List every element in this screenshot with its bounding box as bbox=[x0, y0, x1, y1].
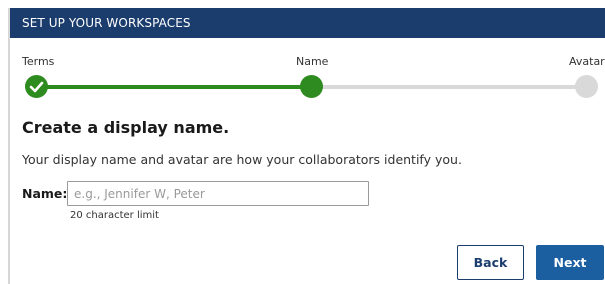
step-label-name: Name bbox=[296, 55, 329, 68]
progress-track-remaining bbox=[312, 85, 587, 89]
dialog-title: SET UP YOUR WORKSPACES bbox=[22, 16, 191, 30]
display-name-input[interactable] bbox=[67, 181, 369, 206]
step-label-terms: Terms bbox=[22, 55, 55, 68]
dialog-header: SET UP YOUR WORKSPACES bbox=[10, 8, 605, 38]
step-dot-name bbox=[300, 75, 323, 98]
page-title: Create a display name. bbox=[22, 118, 230, 137]
progress-track-complete bbox=[36, 85, 312, 89]
name-field-label: Name: bbox=[22, 186, 68, 201]
name-character-limit-hint: 20 character limit bbox=[70, 210, 159, 221]
dialog-border bbox=[8, 8, 10, 284]
next-button[interactable]: Next bbox=[536, 245, 604, 280]
back-button[interactable]: Back bbox=[457, 245, 524, 280]
checkmark-icon bbox=[29, 81, 44, 93]
page-description: Your display name and avatar are how you… bbox=[22, 152, 462, 167]
step-dot-avatar bbox=[575, 75, 598, 98]
step-label-avatar: Avatar bbox=[569, 55, 605, 68]
step-dot-terms bbox=[25, 75, 48, 98]
setup-dialog: SET UP YOUR WORKSPACES Terms Name Avatar… bbox=[0, 0, 605, 284]
